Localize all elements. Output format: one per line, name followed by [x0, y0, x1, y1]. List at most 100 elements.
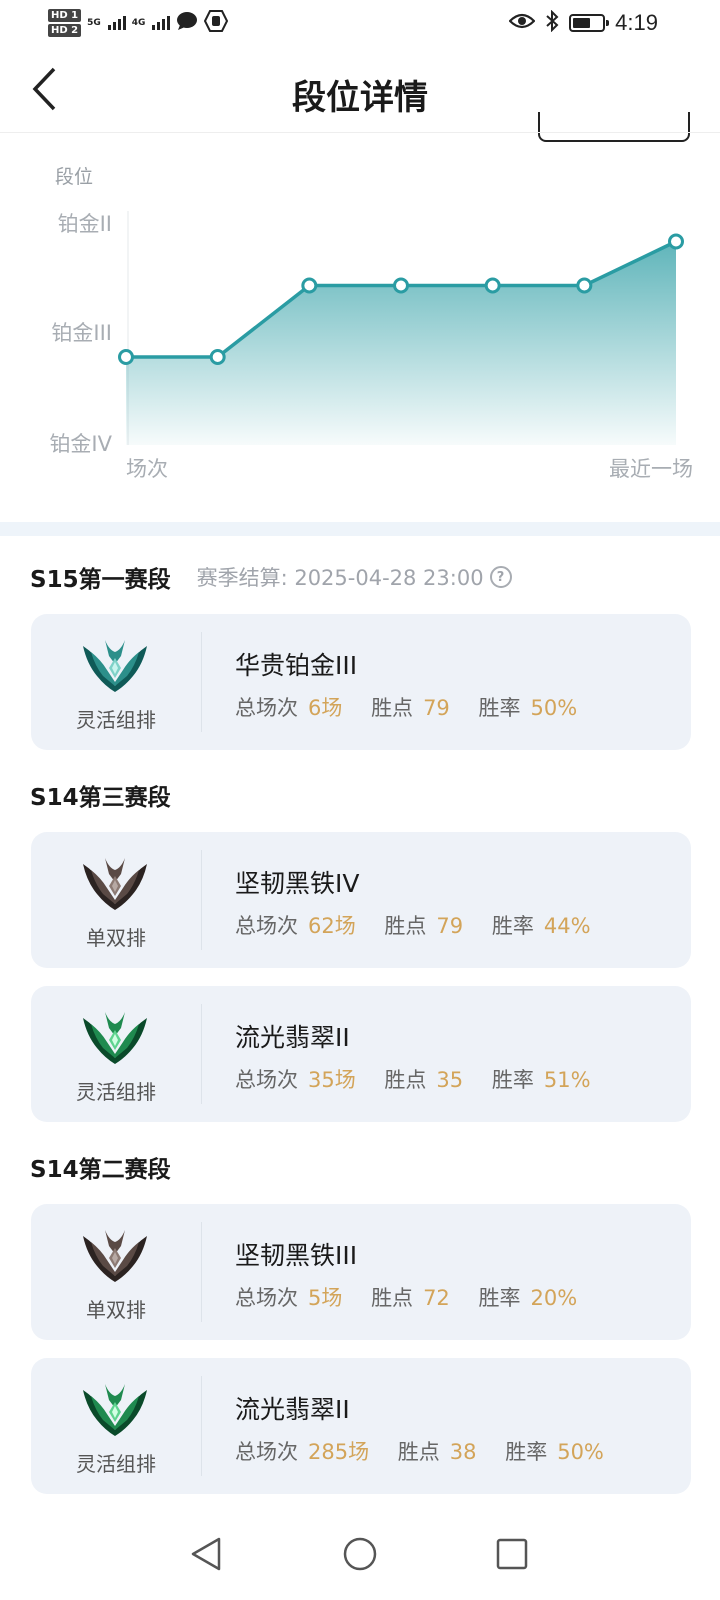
- games-label: 总场次: [235, 696, 298, 720]
- clock-time: 4:19: [615, 10, 658, 35]
- chart-point-3: [393, 277, 409, 294]
- status-left: HD 1 HD 2 5G 4G: [48, 4, 229, 42]
- rank-trend-chart: 段位 铂金II 铂金III 铂金IV 场次 最近一场: [0, 133, 720, 523]
- chart-point-1: [209, 349, 226, 365]
- x-end-label: 最近一场: [609, 457, 693, 481]
- season-header: S15第一赛段 赛季结算: 2025-04-28 23:00 ?: [0, 560, 720, 594]
- winrate-label: 胜率: [478, 696, 521, 720]
- platinum-emblem-icon: [81, 636, 149, 694]
- games-label: 总场次: [235, 1068, 298, 1092]
- games-label: 总场次: [235, 914, 298, 938]
- system-nav-bar: [0, 1520, 720, 1600]
- games-value: 35场: [308, 1068, 356, 1092]
- card-stats: 总场次 62场 胜点 79 胜率 44%: [235, 910, 591, 940]
- chart-area-fill: [126, 241, 676, 445]
- points-label: 胜点: [371, 696, 414, 720]
- card-stats: 总场次 6场 胜点 79 胜率 50%: [235, 692, 577, 722]
- chart-point-4: [484, 277, 501, 294]
- winrate-value: 51%: [543, 1068, 591, 1092]
- y-tick-label-2: 铂金II: [58, 212, 112, 236]
- games-value: 5场: [308, 1286, 343, 1310]
- x-start-label: 场次: [126, 457, 168, 481]
- winrate-value: 20%: [530, 1286, 578, 1310]
- card-left: 单双排: [31, 1204, 201, 1340]
- iron-emblem-icon: [81, 854, 149, 912]
- triangle-back-icon: [191, 1537, 221, 1571]
- card-left: 灵活组排: [31, 614, 201, 750]
- rank-card[interactable]: 单双排 坚韧黑铁III 总场次 5场 胜点 72 胜率 20%: [31, 1204, 691, 1340]
- help-icon[interactable]: ?: [489, 566, 512, 588]
- points-value: 35: [436, 1068, 464, 1092]
- chart-point-0: [118, 349, 134, 365]
- hd-badge-2: HD 2: [48, 24, 82, 37]
- iron-emblem-icon: [81, 1226, 149, 1284]
- points-value: 79: [423, 696, 450, 720]
- points-label: 胜点: [371, 1286, 414, 1310]
- signal-icon: [107, 16, 126, 30]
- winrate-value: 50%: [530, 696, 578, 720]
- battery-icon: [569, 14, 610, 32]
- network-5g-label: 5G: [87, 18, 101, 28]
- points-value: 72: [423, 1286, 450, 1310]
- points-label: 胜点: [397, 1440, 440, 1464]
- queue-type: 灵活组排: [76, 1452, 156, 1476]
- rank-card[interactable]: 灵活组排 华贵铂金III 总场次 6场 胜点 79 胜率 50%: [31, 614, 691, 750]
- chart-marks: [118, 233, 684, 445]
- points-label: 胜点: [384, 1068, 427, 1092]
- chart-point-6: [668, 233, 684, 250]
- season-sections: S15第一赛段 赛季结算: 2025-04-28 23:00 ? 灵活组排 华贵…: [0, 536, 720, 1494]
- season-header: S14第三赛段: [0, 778, 720, 812]
- rank-name: 坚韧黑铁IV: [235, 869, 360, 898]
- card-divider: [201, 1004, 202, 1104]
- card-divider: [201, 1376, 202, 1476]
- y-tick-label-0: 铂金IV: [49, 432, 112, 456]
- y-tick-label-1: 铂金III: [51, 321, 112, 345]
- games-value: 62场: [308, 914, 356, 938]
- circle-home-icon: [343, 1537, 377, 1571]
- emerald-emblem-icon: [81, 1008, 149, 1066]
- hd-badge-1: HD 1: [48, 9, 82, 22]
- card-left: 灵活组排: [31, 986, 201, 1122]
- card-divider: [201, 632, 202, 732]
- winrate-label: 胜率: [491, 1068, 534, 1092]
- rank-card[interactable]: 单双排 坚韧黑铁IV 总场次 62场 胜点 79 胜率 44%: [31, 832, 691, 968]
- chart-point-2: [301, 277, 318, 294]
- season-title: S15第一赛段: [30, 567, 171, 593]
- card-stats: 总场次 35场 胜点 35 胜率 51%: [235, 1064, 591, 1094]
- rank-card[interactable]: 灵活组排 流光翡翠II 总场次 285场 胜点 38 胜率 50%: [31, 1358, 691, 1494]
- hand-icon: [204, 10, 229, 36]
- winrate-value: 50%: [557, 1440, 604, 1464]
- winrate-label: 胜率: [505, 1440, 548, 1464]
- chart-point-5: [576, 277, 593, 294]
- winrate-value: 44%: [543, 914, 591, 938]
- chart-svg: 段位 铂金II 铂金III 铂金IV 场次 最近一场: [49, 166, 693, 481]
- games-label: 总场次: [235, 1440, 298, 1464]
- card-divider: [201, 850, 202, 950]
- winrate-label: 胜率: [478, 1286, 521, 1310]
- eye-icon: [508, 12, 536, 34]
- rank-name: 华贵铂金III: [235, 651, 358, 680]
- card-stats: 总场次 5场 胜点 72 胜率 20%: [235, 1282, 577, 1312]
- nav-home-button[interactable]: [336, 1530, 384, 1578]
- network-4g-label: 4G: [131, 18, 146, 28]
- battery-level: [573, 18, 590, 28]
- season-title: S14第二赛段: [30, 1157, 171, 1183]
- status-bar: HD 1 HD 2 5G 4G 4:19: [0, 0, 720, 46]
- points-value: 38: [449, 1440, 477, 1464]
- message-icon: [176, 11, 198, 35]
- signal-icon-2: [152, 16, 171, 30]
- square-recents-icon: [496, 1538, 528, 1570]
- status-right: 4:19: [508, 6, 658, 40]
- settlement-time: 赛季结算: 2025-04-28 23:00: [196, 566, 484, 590]
- chart-y-label: 段位: [55, 166, 93, 188]
- card-left: 单双排: [31, 832, 201, 968]
- card-stats: 总场次 285场 胜点 38 胜率 50%: [235, 1436, 604, 1466]
- games-value: 6场: [308, 696, 343, 720]
- season-title: S14第三赛段: [30, 785, 171, 811]
- nav-recents-button[interactable]: [488, 1530, 536, 1578]
- rank-card[interactable]: 灵活组排 流光翡翠II 总场次 35场 胜点 35 胜率 51%: [31, 986, 691, 1122]
- bluetooth-icon: [545, 9, 559, 36]
- card-divider: [201, 1222, 202, 1322]
- nav-back-button[interactable]: [182, 1530, 230, 1578]
- queue-type: 灵活组排: [76, 708, 156, 732]
